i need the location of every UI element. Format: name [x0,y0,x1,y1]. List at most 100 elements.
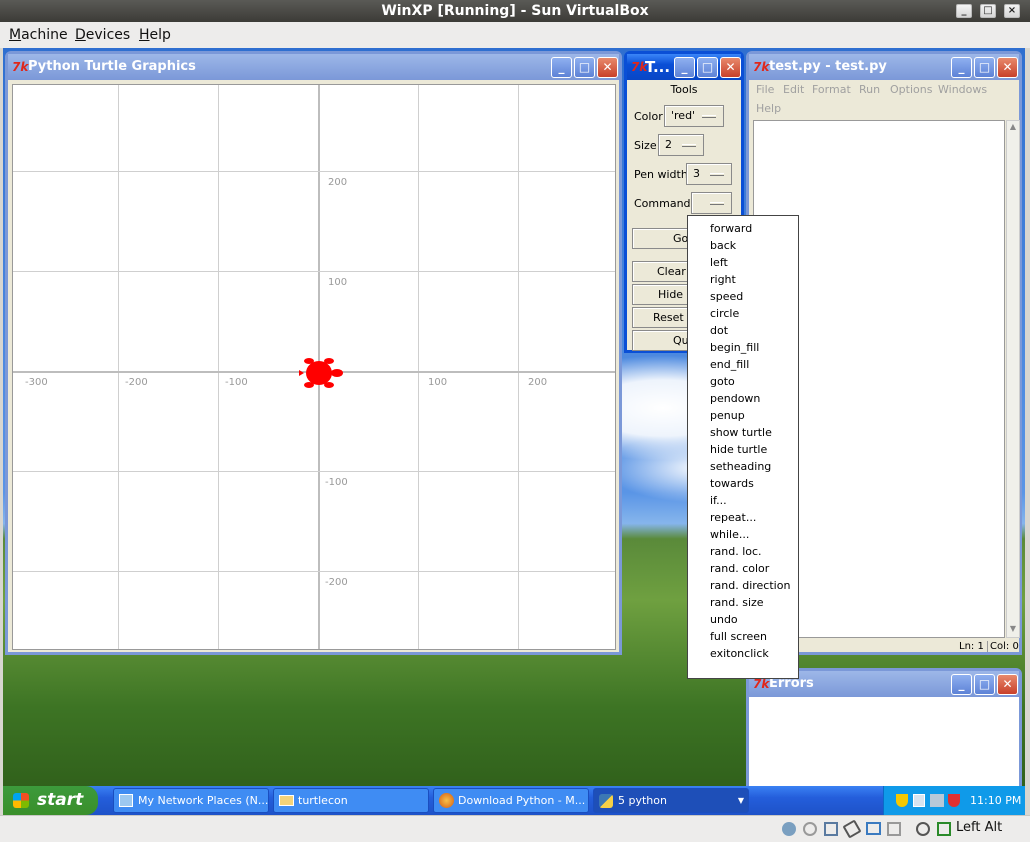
menu-devices[interactable]: Devices [75,27,130,43]
close-button[interactable]: ✕ [720,57,741,78]
taskbar-item-firefox[interactable]: Download Python - M... [433,788,589,813]
close-button[interactable]: ✕ [597,57,618,78]
security-alert-icon[interactable] [948,794,960,807]
floppy-icon[interactable] [824,822,838,836]
command-item[interactable]: rand. size [688,594,798,611]
maximize-button[interactable]: □ [974,57,995,78]
idle-menu-edit[interactable]: Edit [783,83,804,96]
tools-window-titlebar[interactable]: 7k T... _ □ ✕ [627,54,741,80]
command-item[interactable]: dot [688,322,798,339]
color-select[interactable]: 'red' [664,105,724,127]
host-window-title: WinXP [Running] - Sun VirtualBox [381,3,649,19]
turtle-canvas[interactable]: -300 -200 -100 100 200 200 100 -100 -200 [12,84,616,650]
command-item[interactable]: speed [688,288,798,305]
command-item[interactable]: back [688,237,798,254]
command-item[interactable]: setheading [688,458,798,475]
command-item[interactable]: while... [688,526,798,543]
command-item[interactable]: left [688,254,798,271]
turtle-graphics-window: 7k Python Turtle Graphics _ □ ✕ -300 -20… [5,51,622,655]
network-icon [119,794,133,807]
chevron-down-icon: ▼ [737,796,744,805]
command-item[interactable]: repeat... [688,509,798,526]
usb-icon[interactable] [842,819,862,839]
command-item[interactable]: goto [688,373,798,390]
minimize-button[interactable]: _ [674,57,695,78]
command-item[interactable]: begin_fill [688,339,798,356]
turtle-icon [299,358,343,388]
turtle-window-titlebar[interactable]: 7k Python Turtle Graphics _ □ ✕ [8,54,619,80]
x-tick-label: -100 [225,377,248,388]
command-item[interactable]: penup [688,407,798,424]
host-maximize-button[interactable]: □ [980,4,996,18]
size-select[interactable]: 2 [658,134,704,156]
command-item[interactable]: undo [688,611,798,628]
command-item[interactable]: rand. loc. [688,543,798,560]
errors-text-area[interactable] [749,697,1019,791]
commands-select[interactable] [691,192,732,214]
host-close-button[interactable]: × [1004,4,1020,18]
command-item[interactable]: exitonclick [688,645,798,662]
idle-window-titlebar[interactable]: 7k test.py - test.py _ □ ✕ [749,54,1019,80]
idle-menu-file[interactable]: File [756,83,774,96]
col-status: Col: 0 [987,641,1019,652]
windows-logo-icon [13,793,29,808]
start-button[interactable]: start [3,786,98,815]
network-tray-icon[interactable] [930,794,944,807]
taskbar: start My Network Places (N... turtlecon … [3,786,1025,815]
virtualbox-icon[interactable] [913,794,925,807]
tk-icon: 7k [631,60,648,74]
command-item[interactable]: circle [688,305,798,322]
command-item[interactable]: full screen [688,628,798,645]
command-item[interactable]: rand. color [688,560,798,577]
keyboard-capture-icon[interactable] [937,822,951,836]
cursor-position: Ln: 1 Col: 0 [959,641,1019,652]
idle-window-title: test.py - test.py [769,59,887,74]
maximize-button[interactable]: □ [697,57,718,78]
command-item[interactable]: end_fill [688,356,798,373]
idle-menu-run[interactable]: Run [859,83,880,96]
command-item[interactable]: forward [688,220,798,237]
maximize-button[interactable]: □ [574,57,595,78]
close-button[interactable]: ✕ [997,57,1018,78]
taskbar-item-network-places[interactable]: My Network Places (N... [113,788,269,813]
pen-width-select[interactable]: 3 [686,163,732,185]
idle-menu-format[interactable]: Format [812,83,851,96]
minimize-button[interactable]: _ [551,57,572,78]
idle-menu-help[interactable]: Help [756,102,781,115]
shield-icon[interactable] [896,794,908,807]
tools-header: Tools [670,83,698,96]
idle-scrollbar[interactable]: ▲ ▼ [1006,120,1020,638]
hard-disk-icon[interactable] [782,822,796,836]
system-tray: 11:10 PM [883,786,1025,815]
display-icon[interactable] [887,822,901,836]
command-item[interactable]: if... [688,492,798,509]
host-minimize-button[interactable]: _ [956,4,972,18]
command-item[interactable]: right [688,271,798,288]
command-item[interactable]: rand. direction [688,577,798,594]
x-tick-label: -200 [125,377,148,388]
menu-help[interactable]: Help [139,27,171,43]
mouse-integration-icon[interactable] [916,822,930,836]
command-item[interactable]: show turtle [688,424,798,441]
tools-window-title: T... [645,58,671,76]
scroll-up-icon[interactable]: ▲ [1008,122,1018,134]
clock[interactable]: 11:10 PM [970,786,1021,815]
minimize-button[interactable]: _ [951,674,972,695]
cd-icon[interactable] [803,822,817,836]
guest-desktop: 7k Python Turtle Graphics _ □ ✕ -300 -20… [3,48,1025,815]
minimize-button[interactable]: _ [951,57,972,78]
maximize-button[interactable]: □ [974,674,995,695]
command-item[interactable]: towards [688,475,798,492]
y-tick-label: -200 [325,577,348,588]
scroll-down-icon[interactable]: ▼ [1008,624,1018,636]
taskbar-item-python-group[interactable]: 5 python ▼ [593,788,749,813]
taskbar-item-turtlecon[interactable]: turtlecon [273,788,429,813]
menu-machine[interactable]: Machine [9,27,68,43]
close-button[interactable]: ✕ [997,674,1018,695]
idle-menu-windows[interactable]: Windows [938,83,987,96]
command-item[interactable]: pendown [688,390,798,407]
shared-folder-icon[interactable] [866,822,881,835]
idle-menu-options[interactable]: Options [890,83,932,96]
commands-dropdown: forward back left right speed circle dot… [687,215,799,679]
command-item[interactable]: hide turtle [688,441,798,458]
